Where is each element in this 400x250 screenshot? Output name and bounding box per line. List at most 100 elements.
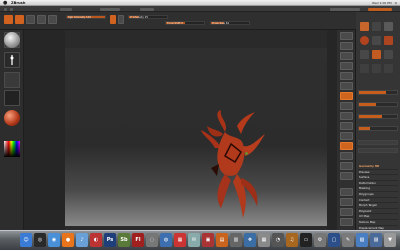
document-canvas[interactable] — [65, 48, 327, 226]
tool-thumbnail[interactable] — [384, 64, 393, 73]
sculpt-model[interactable] — [185, 108, 275, 228]
tool-thumbnail[interactable] — [384, 22, 393, 31]
calendar-icon[interactable]: ▦ — [174, 233, 186, 247]
color-picker[interactable] — [4, 141, 20, 157]
subtool-slider[interactable] — [358, 102, 398, 107]
xyz-button[interactable] — [340, 132, 353, 140]
move-view-button[interactable] — [340, 152, 353, 160]
lsym-button[interactable] — [340, 122, 353, 130]
scale-view-button[interactable] — [340, 162, 353, 170]
finder-icon[interactable]: ☺ — [20, 233, 32, 247]
zoom-button[interactable] — [340, 62, 353, 70]
transp-button[interactable] — [340, 198, 353, 206]
folder-icon[interactable]: ▧ — [356, 233, 368, 247]
scale-button[interactable] — [37, 15, 46, 24]
actual-button[interactable] — [340, 72, 353, 80]
focal-shift-slider[interactable]: Focal Shift 0 — [165, 21, 205, 25]
flash-icon[interactable]: Fl — [132, 233, 144, 247]
itunes-icon[interactable]: ♪ — [76, 233, 88, 247]
scroll-button[interactable] — [340, 52, 353, 60]
right-gutter — [327, 30, 337, 230]
polyf-button[interactable] — [340, 188, 353, 196]
menu-label[interactable] — [140, 7, 154, 11]
subtool-slider[interactable] — [358, 114, 398, 119]
menu-label[interactable] — [60, 7, 72, 11]
app3-icon[interactable]: ▤ — [216, 233, 228, 247]
bpr-button[interactable] — [340, 32, 353, 40]
spix-button[interactable] — [340, 42, 353, 50]
z-intensity-slider[interactable]: Z Intensity 25 — [128, 15, 168, 19]
speaker-icon[interactable]: ◔ — [272, 233, 284, 247]
trash-icon[interactable]: ▼ — [384, 233, 396, 247]
subtool-slider[interactable] — [358, 90, 398, 95]
grid-icon[interactable]: ▦ — [258, 233, 270, 247]
menu-label[interactable] — [368, 7, 392, 11]
floor-button[interactable] — [340, 102, 353, 110]
zadd-button[interactable] — [110, 15, 116, 24]
tool-thumbnail[interactable] — [372, 50, 381, 59]
aahalf-button[interactable] — [340, 82, 353, 90]
tool-thumbnail[interactable] — [360, 22, 369, 31]
rotate-view-button[interactable] — [340, 172, 353, 180]
rotate-button[interactable] — [48, 15, 57, 24]
terminal-icon[interactable]: ▭ — [300, 233, 312, 247]
persp-button[interactable] — [340, 92, 353, 100]
rgb-slider-group: Rgb Intensity 100 — [66, 15, 106, 19]
left-shelf — [0, 30, 24, 230]
dock-icons: ☺ ◎ ◉ ● ♪ ◐ Ps Sb Fl ◌ ◍ ▦ ✉ ▣ ▤ ▥ ❖ ▦ ◔ ♫ ▭ ⚙ ▢ ✎ ▧ ▨ ▼ — [20, 233, 396, 247]
solo-button[interactable] — [340, 218, 353, 226]
tool-icon[interactable]: ✎ — [342, 233, 354, 247]
brush-icon[interactable] — [4, 32, 20, 48]
ghost-button[interactable] — [340, 208, 353, 216]
globe-icon[interactable]: ◍ — [160, 233, 172, 247]
mac-dock: ☺ ◎ ◉ ● ♪ ◐ Ps Sb Fl ◌ ◍ ▦ ✉ ▣ ▤ ▥ ❖ ▦ ◔ ♫ ▭ ⚙ ▢ ✎ ▧ ▨ ▼ — [0, 230, 400, 250]
draw-size-group: Draw Size 64 — [210, 21, 250, 25]
guitar-icon[interactable]: ♫ — [286, 233, 298, 247]
tool-tray: Geometry HD Preview Surface Deformation … — [356, 12, 400, 237]
draw-size-slider[interactable]: Draw Size 64 — [210, 21, 250, 25]
tool-palette-list: Geometry HD Preview Surface Deformation … — [358, 164, 398, 237]
menu-label[interactable] — [330, 7, 360, 11]
z-slider-group: Z Intensity 25 — [128, 15, 168, 19]
pivot-marker — [245, 152, 248, 155]
local-button[interactable] — [340, 112, 353, 120]
photoshop-icon[interactable]: Ps — [104, 233, 116, 247]
sphere-thumbnail[interactable] — [360, 36, 369, 45]
edit-button[interactable] — [4, 15, 13, 24]
preview-icon[interactable]: ▥ — [230, 233, 242, 247]
menu-dot[interactable] — [10, 7, 13, 11]
rgb-intensity-slider[interactable]: Rgb Intensity 100 — [66, 15, 106, 19]
tool-thumbnail[interactable] — [372, 64, 381, 73]
soundbooth-icon[interactable]: Sb — [118, 233, 130, 247]
move-button[interactable] — [26, 15, 35, 24]
tool-thumbnail[interactable] — [360, 64, 369, 73]
subtool-row[interactable] — [358, 140, 398, 145]
draw-button[interactable] — [15, 15, 24, 24]
dashboard-icon[interactable]: ◎ — [34, 233, 46, 247]
subtool-row[interactable] — [358, 148, 398, 153]
disc-icon[interactable]: ◌ — [146, 233, 158, 247]
screen-icon[interactable]: ▢ — [328, 233, 340, 247]
tool-thumbnail[interactable] — [384, 36, 393, 45]
texture-slot[interactable] — [4, 90, 20, 106]
tool-thumbnail[interactable] — [360, 50, 369, 59]
app2-icon[interactable]: ▣ — [202, 233, 214, 247]
alpha-slot[interactable] — [4, 72, 20, 88]
app-icon[interactable]: ◐ — [90, 233, 102, 247]
stack-icon[interactable]: ▨ — [370, 233, 382, 247]
settings-icon[interactable]: ⚙ — [314, 233, 326, 247]
tool-thumbnail[interactable] — [372, 22, 381, 31]
menu-dot[interactable] — [4, 7, 7, 11]
stroke-icon[interactable] — [4, 52, 20, 68]
safari-icon[interactable]: ◉ — [48, 233, 60, 247]
zsub-button[interactable] — [118, 15, 124, 24]
material-icon[interactable] — [4, 110, 20, 126]
subtool-slider[interactable] — [358, 126, 398, 131]
tool-thumbnail[interactable] — [384, 50, 393, 59]
tool-thumbnail[interactable] — [372, 36, 381, 45]
frame-button[interactable] — [340, 142, 353, 150]
mail-icon[interactable]: ✉ — [188, 233, 200, 247]
firefox-icon[interactable]: ● — [62, 233, 74, 247]
menu-label[interactable] — [100, 7, 120, 11]
photos-icon[interactable]: ❖ — [244, 233, 256, 247]
